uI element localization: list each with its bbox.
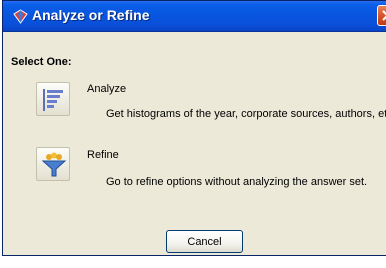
cancel-button[interactable]: Cancel [166,230,243,253]
analyze-label[interactable]: Analyze [87,83,126,95]
close-button[interactable] [377,5,386,26]
analyze-description: Get histograms of the year, corporate so… [106,108,386,120]
title-bar[interactable]: Analyze or Refine [3,1,386,32]
select-one-label: Select One: [11,56,72,68]
funnel-icon [41,152,67,177]
analyze-or-refine-dialog: Analyze or Refine Select One: Analyze Ge… [2,0,386,256]
refine-button[interactable] [36,147,70,181]
close-icon [382,10,386,21]
window-title: Analyze or Refine [32,7,150,23]
refine-label[interactable]: Refine [87,149,119,161]
histogram-icon [43,89,63,111]
refine-description: Go to refine options without analyzing t… [106,176,368,188]
analyze-button[interactable] [36,82,70,116]
gem-icon [13,9,28,24]
